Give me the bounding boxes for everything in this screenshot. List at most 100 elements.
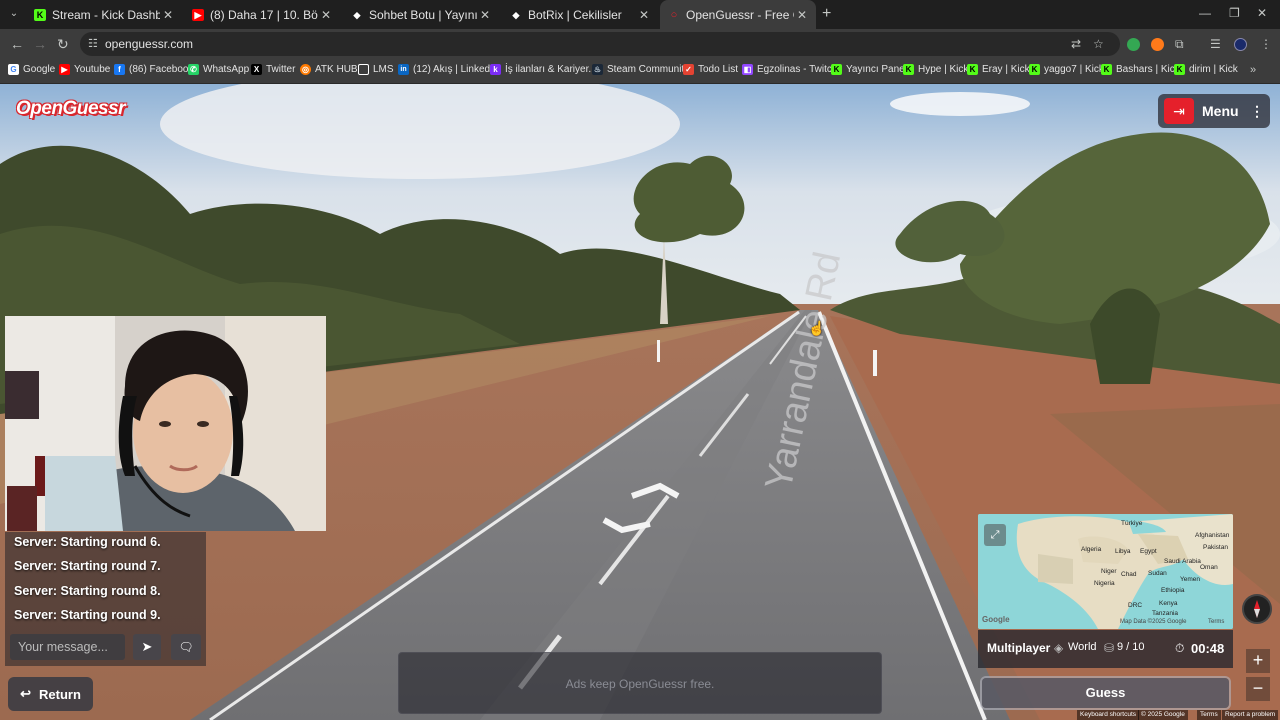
kick-icon: K (34, 8, 46, 21)
minimize-icon[interactable]: — (1199, 6, 1211, 20)
send-message-icon[interactable]: ➤ (133, 634, 161, 660)
zoom-in-icon[interactable]: + (1246, 649, 1270, 673)
tab-openguessr[interactable]: ○ OpenGuessr - Free GeoGuessr Alternativ… (660, 0, 816, 29)
back-icon[interactable]: ← (10, 35, 24, 53)
mouse-cursor-icon: ☝ (808, 320, 826, 336)
exit-game-icon[interactable]: ⇥ (1164, 98, 1194, 124)
atk-hub-icon: ◎ (300, 64, 311, 75)
map-label: Yemen (1180, 576, 1200, 583)
map-label: Nigeria (1094, 580, 1115, 587)
tab-search-icon[interactable]: ⌄ (6, 6, 22, 22)
site-info-icon[interactable]: ☷ (88, 37, 98, 50)
terms-link[interactable]: Terms (1197, 710, 1221, 720)
openguessr-icon: ○ (670, 8, 678, 21)
return-button[interactable]: ↩ Return (8, 677, 93, 711)
bookmark-label: Steam Community (607, 64, 690, 75)
close-icon[interactable]: ✕ (794, 8, 810, 22)
bookmark-kariyer[interactable]: k İş ilanları & Kariyer... (490, 64, 597, 75)
streamer-webcam (5, 316, 326, 531)
zoom-out-icon[interactable]: − (1246, 677, 1270, 701)
bookmarks-bar: G Google ▶ Youtube f (86) Facebook ✆ WhatsAp… (0, 59, 1280, 84)
round-timer: 00:48 (1191, 641, 1225, 656)
close-icon[interactable]: ✕ (318, 8, 334, 22)
translate-icon[interactable]: ⇄ (1071, 37, 1081, 51)
map-label: DRC (1128, 602, 1143, 609)
guess-minimap[interactable]: Türkiye Algeria Libya Egypt Niger Chad S… (978, 514, 1233, 629)
todoist-icon: ✓ (683, 64, 694, 75)
bookmark-hype-kick[interactable]: K Hype | Kick (903, 64, 968, 75)
tab-botrix[interactable]: ◆ BotRix | Cekilisler ✕ (502, 0, 658, 29)
chat-toggle-icon[interactable]: 🗨 (171, 634, 201, 660)
reload-icon[interactable]: ↻ (57, 35, 69, 53)
bookmark-bashars-kick[interactable]: K Bashars | Kick (1101, 64, 1180, 75)
bookmark-steam[interactable]: ♨ Steam Community (592, 64, 689, 75)
bookmark-google[interactable]: G Google (8, 64, 55, 75)
map-label: Ethiopia (1161, 587, 1185, 594)
more-bookmarks-icon[interactable]: » (1250, 64, 1256, 76)
bookmark-twitch[interactable]: ◧ Egzolinas - Twitch (742, 64, 837, 75)
menu-button[interactable]: Menu (1202, 98, 1239, 124)
reading-list-icon[interactable]: ☰ (1210, 37, 1221, 51)
bookmark-youtube[interactable]: ▶ Youtube (59, 64, 110, 75)
bookmark-eray-kick[interactable]: K Eray | Kick (967, 64, 1030, 75)
bookmark-facebook[interactable]: f (86) Facebook (114, 64, 193, 75)
forward-icon[interactable]: → (33, 35, 47, 53)
bookmark-todo-list[interactable]: ✓ Todo List (683, 64, 738, 75)
openguessr-logo[interactable]: OpenGuessr (16, 98, 126, 120)
window-close-icon[interactable]: ✕ (1257, 6, 1267, 20)
lms-icon (358, 64, 369, 75)
bookmark-lms[interactable]: LMS (358, 64, 394, 75)
tab-kick-dashboard[interactable]: K Stream - Kick Dashboard ✕ (26, 0, 182, 29)
guess-button[interactable]: Guess (982, 678, 1229, 708)
close-icon[interactable]: ✕ (477, 8, 493, 22)
report-problem-link[interactable]: Report a problem (1222, 710, 1279, 720)
map-label: Afghanistan (1195, 532, 1230, 539)
restore-icon[interactable]: ❐ (1229, 6, 1240, 20)
youtube-icon: ▶ (192, 8, 204, 21)
bookmark-label: (12) Akış | LinkedIn (413, 64, 499, 75)
timer-icon: ⏱ (1175, 641, 1185, 655)
map-label: Algeria (1081, 546, 1102, 553)
close-icon[interactable]: ✕ (636, 8, 652, 22)
browser-menu-icon[interactable]: ⋮ (1260, 37, 1272, 51)
tab-sohbet-botu[interactable]: ◆ Sohbet Botu | Yayınını güçlendir ✕ (343, 0, 499, 29)
bookmark-star-icon[interactable]: ☆ (1093, 37, 1104, 51)
map-terms-link[interactable]: Terms (1208, 619, 1224, 625)
bookmark-yaggo7-kick[interactable]: Kyaggo7 | Kick (1029, 64, 1104, 75)
expand-map-icon[interactable]: ⤢ (984, 524, 1006, 546)
extension-shield-icon[interactable] (1127, 38, 1140, 51)
tab-title: (8) Daha 17 | 10. Bölüm - YouTube (210, 7, 318, 22)
tab-youtube[interactable]: ▶ (8) Daha 17 | 10. Bölüm - YouTube ✕ (184, 0, 340, 29)
kick-icon: K (1101, 64, 1112, 75)
map-label: Türkiye (1121, 520, 1143, 527)
close-icon[interactable]: ✕ (160, 8, 176, 22)
bookmark-dirim-kick[interactable]: Kdirim | Kick (1174, 64, 1238, 75)
bookmark-atk-hub[interactable]: ◎ ATK HUB (300, 64, 358, 75)
keyboard-shortcuts-link[interactable]: Keyboard shortcuts (1077, 710, 1140, 720)
bookmark-twitter[interactable]: X Twitter (251, 64, 295, 75)
map-label: Egypt (1140, 548, 1157, 555)
menu-dots-icon[interactable]: ⋮ (1250, 98, 1264, 124)
new-tab-icon[interactable]: + (822, 6, 831, 22)
bookmark-label: Twitter (266, 64, 296, 75)
round-counter: 9 / 10 (1117, 641, 1145, 653)
youtube-icon: ▶ (59, 64, 70, 75)
ad-placeholder: Ads keep OpenGuessr free. (398, 652, 882, 714)
map-label: Kenya (1159, 600, 1178, 607)
kick-icon: K (903, 64, 914, 75)
extensions-puzzle-icon[interactable]: ⧉ (1175, 37, 1184, 52)
address-bar[interactable]: ☷ openguessr.com ⇄ ☆ (80, 32, 1120, 56)
bookmark-label: LMS (373, 64, 394, 75)
extension-orange-icon[interactable] (1151, 38, 1164, 51)
bookmark-whatsapp[interactable]: ✆ WhatsApp (188, 64, 249, 75)
bookmark-yayinci-paneli[interactable]: K Yayıncı Paneli (831, 64, 909, 75)
url-text[interactable]: openguessr.com (105, 37, 193, 51)
profile-avatar-icon[interactable] (1234, 38, 1247, 51)
bookmark-label: Bashars | Kick (1116, 64, 1180, 75)
compass-icon[interactable] (1242, 594, 1272, 624)
tab-title: BotRix | Cekilisler (528, 7, 622, 22)
facebook-icon: f (114, 64, 125, 75)
chat-message-input[interactable] (10, 634, 125, 660)
bookmark-linkedin[interactable]: in (12) Akış | LinkedIn (398, 64, 498, 75)
kick-icon: K (1029, 64, 1040, 75)
